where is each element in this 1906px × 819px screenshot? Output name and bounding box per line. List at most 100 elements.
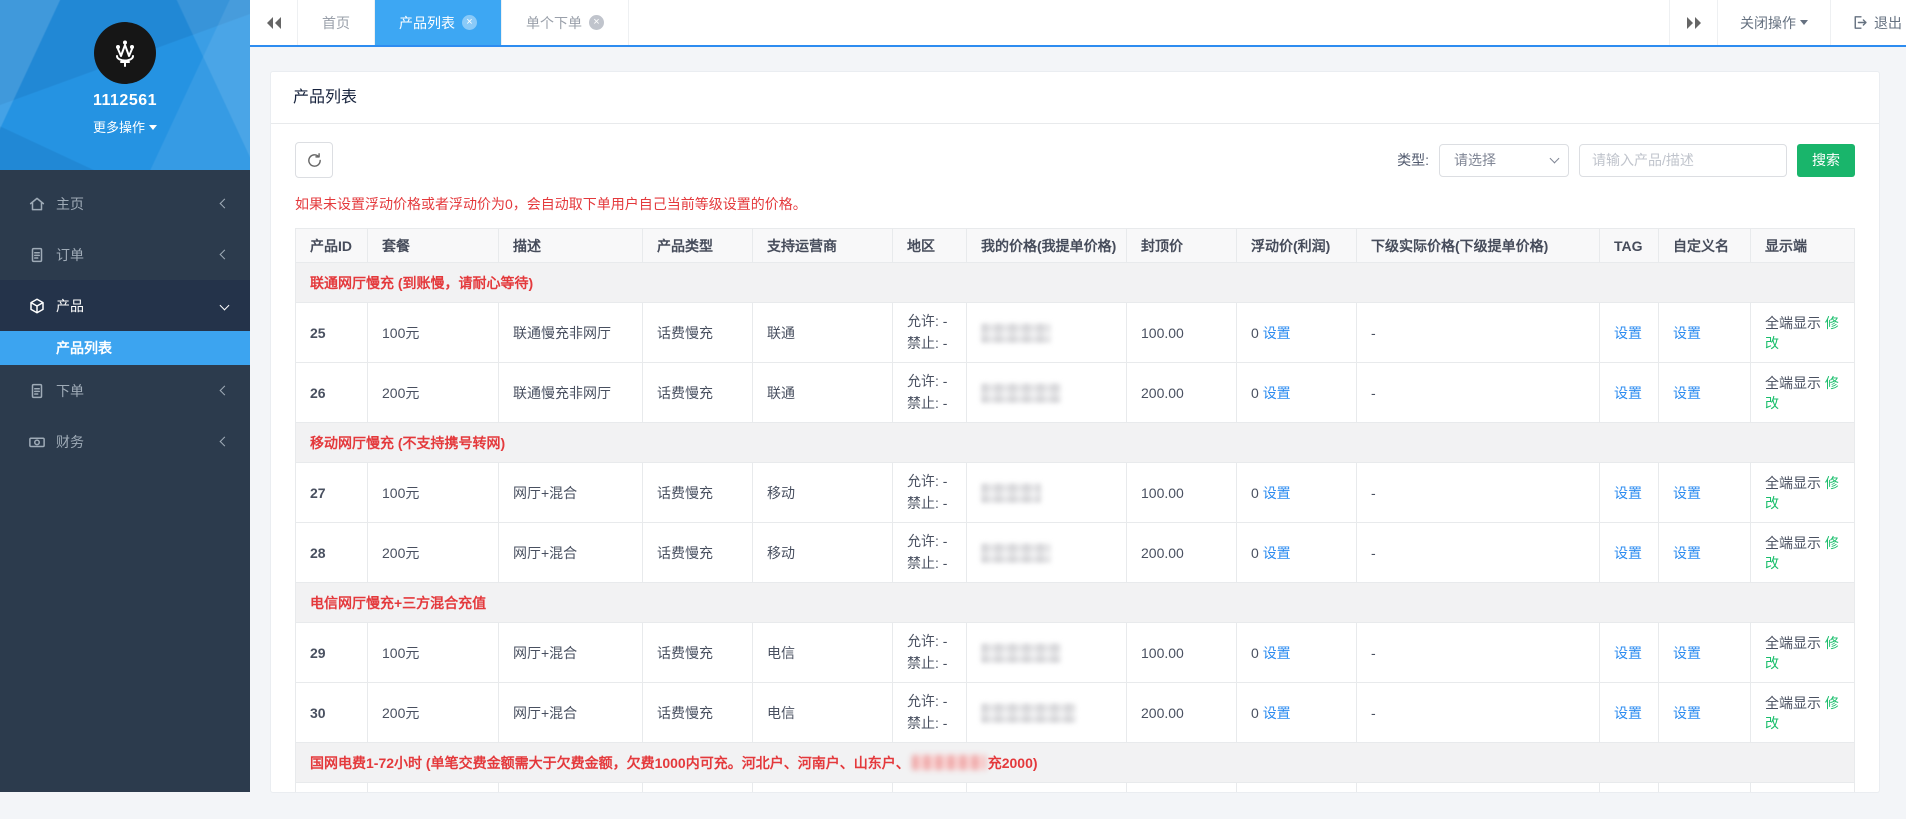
user-id: 1112561 bbox=[92, 92, 158, 109]
tab-single-order[interactable]: 单个下单 × bbox=[502, 0, 629, 45]
product-type: 话费慢充 bbox=[642, 302, 753, 363]
col-tag: TAG bbox=[1599, 228, 1659, 263]
package: 100元 bbox=[367, 302, 499, 363]
sidebar-subitem-product-list[interactable]: 产品列表 bbox=[0, 331, 250, 365]
search-button[interactable]: 搜索 bbox=[1797, 143, 1855, 177]
float-set-link[interactable]: 设置 bbox=[1263, 485, 1291, 501]
tag-set-link[interactable]: 设置 bbox=[1614, 385, 1642, 401]
content-area: 产品列表 类型: 请选择 搜索 bbox=[250, 47, 1906, 819]
chevron-left-icon bbox=[219, 436, 230, 447]
cap-price: 200.00 bbox=[1126, 522, 1237, 583]
type-select[interactable]: 请选择 bbox=[1439, 143, 1569, 177]
sidebar-item-home[interactable]: 主页 bbox=[0, 178, 250, 229]
my-price bbox=[966, 462, 1127, 523]
sidebar-item-products[interactable]: 产品 bbox=[0, 280, 250, 331]
censored-price bbox=[981, 482, 1041, 503]
app-root: 1112561 更多操作 主页 订单 产品 产品列表 下单 财务 首页 产品列表… bbox=[0, 0, 1906, 819]
tabs-scroll-left-button[interactable] bbox=[250, 0, 298, 45]
table-row-28: 28 200元 网厅+混合 话费慢充 移动 允许: - 禁止: - 200.00 … bbox=[295, 522, 1855, 583]
censored-price bbox=[981, 382, 1061, 403]
float-price bbox=[1236, 782, 1357, 792]
product-id: 26 bbox=[295, 362, 368, 423]
tag: 设置 bbox=[1599, 622, 1659, 683]
tag-set-link[interactable]: 设置 bbox=[1614, 545, 1642, 561]
custom-name-set-link[interactable]: 设置 bbox=[1673, 705, 1701, 721]
sidebar-item-label: 下单 bbox=[56, 382, 84, 399]
description: 网厅+混合 bbox=[498, 682, 643, 743]
tag-set-link[interactable]: 设置 bbox=[1614, 485, 1642, 501]
col-description: 描述 bbox=[498, 228, 643, 263]
chevron-left-icon bbox=[219, 385, 230, 396]
tag bbox=[1599, 782, 1659, 792]
custom-name-set-link[interactable]: 设置 bbox=[1673, 325, 1701, 341]
custom-name-set-link[interactable]: 设置 bbox=[1673, 385, 1701, 401]
toolbar: 类型: 请选择 搜索 bbox=[295, 142, 1855, 178]
sub-price: - bbox=[1356, 362, 1600, 423]
table-row-26: 26 200元 联通慢充非网厅 话费慢充 联通 允许: - 禁止: - 200.0… bbox=[295, 362, 1855, 423]
close-actions-dropdown[interactable]: 关闭操作 bbox=[1717, 0, 1830, 45]
col-display: 显示端 bbox=[1750, 228, 1855, 263]
tag-set-link[interactable]: 设置 bbox=[1614, 325, 1642, 341]
custom-name-set-link[interactable]: 设置 bbox=[1673, 645, 1701, 661]
tag: 设置 bbox=[1599, 682, 1659, 743]
avatar bbox=[94, 22, 156, 84]
type-filter-label: 类型: bbox=[1397, 152, 1429, 168]
carrier: 联通 bbox=[752, 362, 893, 423]
carrier: 电信 bbox=[752, 682, 893, 743]
col-my-price: 我的价格(我提单价格) bbox=[966, 228, 1127, 263]
card-body: 类型: 请选择 搜索 如果未设置浮动价格或者浮动价为0，会自动取下单用户自己当前… bbox=[271, 124, 1879, 792]
cap-price: 100.00 bbox=[1126, 302, 1237, 363]
product-id: 25 bbox=[295, 302, 368, 363]
group-banner-unicom: 联通网厅慢充 (到账慢，请耐心等待) bbox=[295, 262, 1855, 303]
money-icon bbox=[29, 437, 45, 447]
custom-name: 设置 bbox=[1658, 462, 1751, 523]
tag-set-link[interactable]: 设置 bbox=[1614, 705, 1642, 721]
float-set-link[interactable]: 设置 bbox=[1263, 645, 1291, 661]
float-price: 0 设置 bbox=[1236, 622, 1357, 683]
package: 200元 bbox=[367, 362, 499, 423]
tabs-scroll-right-button[interactable] bbox=[1669, 0, 1717, 45]
tab-close-icon[interactable]: × bbox=[589, 15, 604, 30]
chevron-down-icon bbox=[1549, 153, 1560, 164]
search-input[interactable] bbox=[1579, 143, 1787, 177]
display-side: 全端显示 修改 bbox=[1750, 462, 1855, 523]
sidebar-item-orders[interactable]: 订单 bbox=[0, 229, 250, 280]
logout-button[interactable]: 退出 bbox=[1830, 0, 1906, 45]
group-banner-telecom: 电信网厅慢充+三方混合充值 bbox=[295, 582, 1855, 623]
float-set-link[interactable]: 设置 bbox=[1263, 705, 1291, 721]
sub-price: - bbox=[1356, 522, 1600, 583]
tab-home[interactable]: 首页 bbox=[298, 0, 375, 45]
float-set-link[interactable]: 设置 bbox=[1263, 385, 1291, 401]
censored-price bbox=[981, 542, 1051, 563]
chevron-left-icon bbox=[219, 249, 230, 260]
refresh-button[interactable] bbox=[295, 142, 333, 178]
region: 允许: - 禁止: - bbox=[892, 302, 967, 363]
filter-controls: 类型: 请选择 搜索 bbox=[1397, 143, 1855, 177]
document-icon bbox=[31, 247, 43, 262]
my-price bbox=[966, 622, 1127, 683]
table-row-partial: 允许: -禁止: - bbox=[295, 782, 1855, 792]
product-type bbox=[642, 782, 753, 792]
type-select-value: 请选择 bbox=[1454, 152, 1496, 168]
tab-product-list[interactable]: 产品列表 × bbox=[375, 0, 502, 45]
page-title: 产品列表 bbox=[271, 72, 1879, 124]
tag-set-link[interactable]: 设置 bbox=[1614, 645, 1642, 661]
custom-name-set-link[interactable]: 设置 bbox=[1673, 545, 1701, 561]
col-product-type: 产品类型 bbox=[642, 228, 753, 263]
more-actions-dropdown[interactable]: 更多操作 bbox=[0, 117, 250, 136]
my-price bbox=[966, 522, 1127, 583]
sidebar-item-place-order[interactable]: 下单 bbox=[0, 365, 250, 416]
display-side: 全端显示 修改 bbox=[1750, 622, 1855, 683]
col-custom-name: 自定义名 bbox=[1658, 228, 1751, 263]
description: 联通慢充非网厅 bbox=[498, 362, 643, 423]
float-set-link[interactable]: 设置 bbox=[1263, 325, 1291, 341]
group-banner-electricity: 国网电费1-72小时 (单笔交费金额需大于欠费金额，欠费1000内可充。河北户、… bbox=[295, 742, 1855, 783]
group-title: 联通网厅慢充 (到账慢，请耐心等待) bbox=[310, 274, 534, 291]
sidebar-item-finance[interactable]: 财务 bbox=[0, 416, 250, 467]
tag: 设置 bbox=[1599, 302, 1659, 363]
custom-name-set-link[interactable]: 设置 bbox=[1673, 485, 1701, 501]
caret-down-icon bbox=[149, 125, 157, 130]
float-set-link[interactable]: 设置 bbox=[1263, 545, 1291, 561]
tab-close-icon[interactable]: × bbox=[462, 15, 477, 30]
col-carriers: 支持运营商 bbox=[752, 228, 893, 263]
